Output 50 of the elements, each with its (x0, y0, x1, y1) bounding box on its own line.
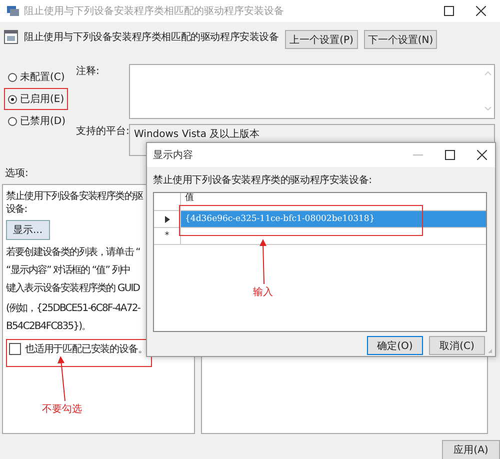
radio-option[interactable]: 已启用(E) (4, 88, 68, 110)
apply-button[interactable]: 应用(A) (442, 440, 500, 459)
ok-button[interactable]: 确定(O) (367, 336, 423, 355)
annotation-text: 不要勾选 (42, 402, 82, 416)
row-pointer-icon (164, 216, 170, 222)
help-text: (例如，{25DBCE51-6C8F-4A72- (6, 302, 140, 315)
resize-grip-icon[interactable] (487, 348, 493, 354)
platform-label: 支持的平台: (76, 124, 129, 139)
option-text: 设备: (6, 203, 28, 216)
platform-value: Windows Vista 及以上版本 (134, 129, 260, 140)
nav-button[interactable]: 下一个设置(N) (364, 30, 437, 49)
radio-button[interactable] (8, 72, 17, 82)
checkbox[interactable] (9, 343, 21, 355)
policy-name: 阻止使用与下列设备安装程序类相匹配的驱动程序安装设备 (24, 30, 279, 44)
radio-label: 已启用(E) (20, 92, 64, 106)
options-label: 选项: (5, 166, 28, 178)
dialog-prompt: 禁止使用下列设备安装程序类的驱动程序安装设备: (153, 174, 373, 187)
nav-button[interactable]: 上一个设置(P) (285, 30, 358, 49)
comment-label: 注释: (76, 64, 100, 79)
close-icon[interactable] (476, 6, 486, 16)
radio-option[interactable]: 已禁用(D) (4, 110, 70, 132)
cell-value: {4d36e96c-e325-11ce-bfc1-08002be10318} (185, 214, 375, 224)
radio-button[interactable] (8, 94, 17, 104)
help-text: B54C2B4FC835})。 (6, 320, 92, 333)
column-header[interactable]: 值 (185, 193, 194, 203)
annotation-arrow (259, 239, 267, 285)
maximize-icon[interactable] (445, 150, 455, 160)
checkbox-label: 也适用于匹配已安装的设备。 (25, 342, 148, 356)
annotation-text: 输入 (253, 286, 273, 299)
dialog-title: 显示内容 (153, 148, 193, 162)
option-text: 禁止使用下列设备安装程序类的驱 (6, 190, 143, 203)
cancel-button[interactable]: 取消(C) (429, 336, 485, 355)
app-icon (6, 5, 20, 17)
help-text: 键入表示设备安装程序类的 GUID (6, 282, 140, 295)
comment-field[interactable] (129, 64, 495, 119)
help-text: 若要创建设备类的列表，请单击 “ (6, 246, 140, 259)
show-button[interactable]: 显示... (6, 220, 50, 240)
policy-icon (4, 30, 18, 44)
maximize-icon[interactable] (444, 6, 454, 16)
new-row-marker: * (164, 231, 170, 241)
radio-option[interactable]: 未配置(C) (4, 66, 69, 88)
annotation-arrow (57, 356, 67, 402)
close-icon[interactable] (477, 150, 487, 160)
scrollbar-arrows-icon[interactable] (484, 69, 492, 113)
window-title: 阻止使用与下列设备安装程序类相匹配的驱动程序安装设备 (24, 4, 285, 18)
grid-row[interactable]: * (154, 228, 486, 245)
radio-label: 已禁用(D) (20, 114, 66, 128)
radio-label: 未配置(C) (20, 70, 65, 84)
radio-button[interactable] (8, 116, 17, 126)
help-text: “显示内容” 对话框的 “值” 列中 (6, 264, 132, 277)
